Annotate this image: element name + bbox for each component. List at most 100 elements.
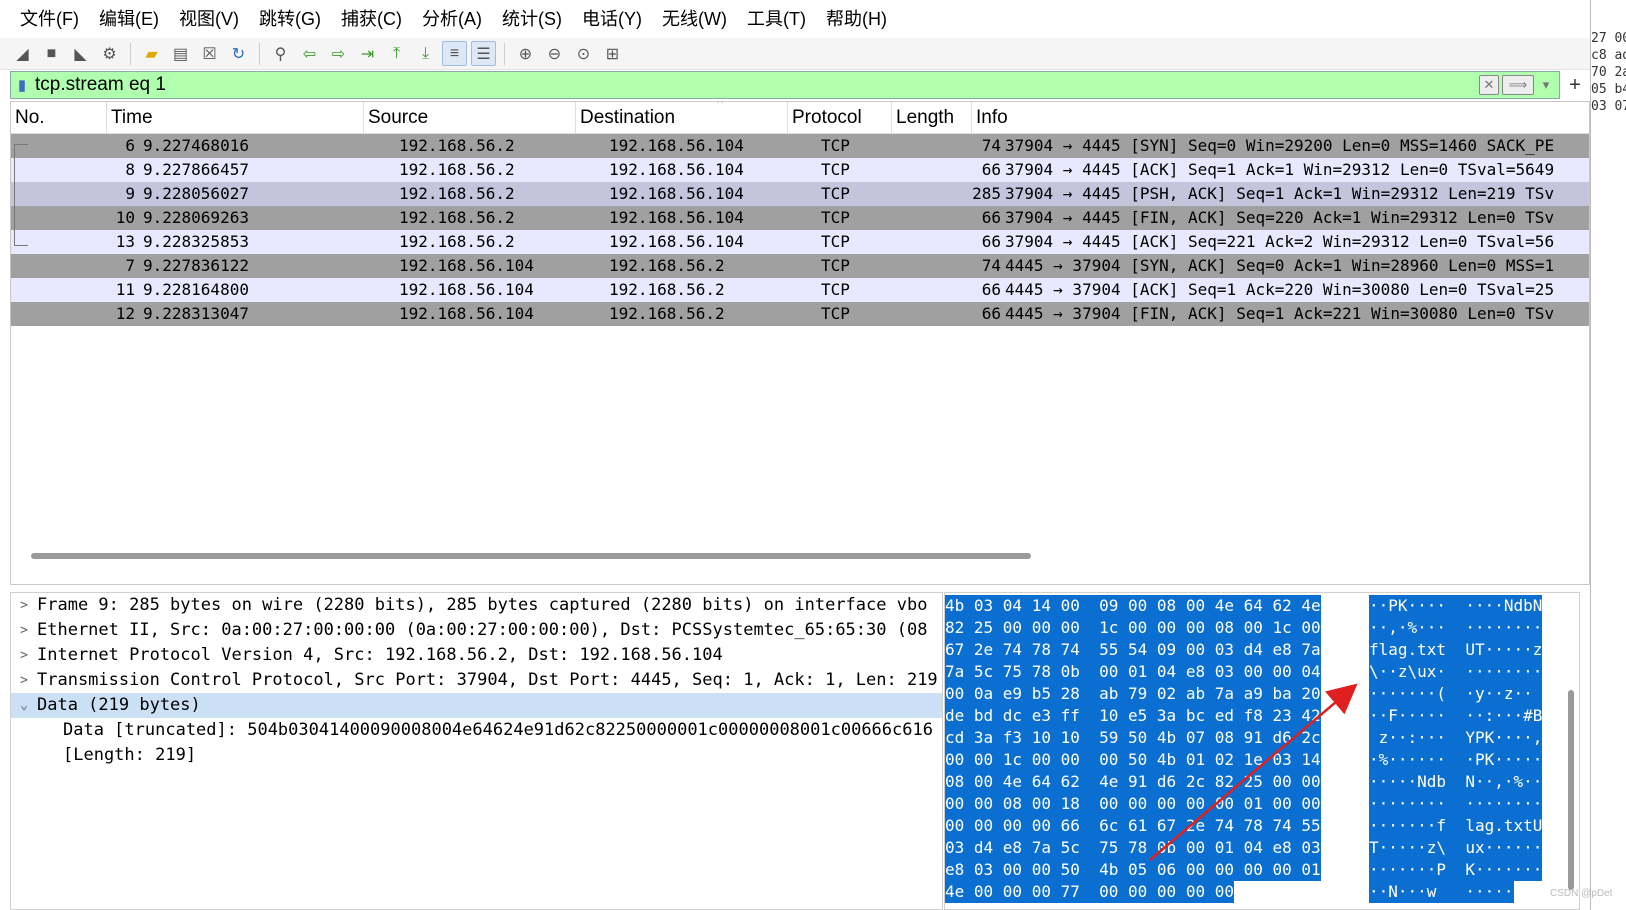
- clear-filter-icon[interactable]: ✕: [1479, 75, 1499, 95]
- chevron-right-icon[interactable]: >: [11, 668, 37, 693]
- watermark: CSDN @pDet: [1550, 888, 1613, 899]
- packet-row[interactable]: 6 9.227468016 192.168.56.2 192.168.56.10…: [11, 134, 1589, 158]
- column-source[interactable]: Source: [364, 102, 576, 134]
- ascii-bytes[interactable]: ·······P K·······: [1369, 859, 1543, 881]
- menu-statistics[interactable]: 统计(S): [492, 0, 572, 38]
- detail-data[interactable]: ⌄ Data (219 bytes): [11, 693, 942, 718]
- packet-row[interactable]: 7 9.227836122 192.168.56.104 192.168.56.…: [11, 254, 1589, 278]
- bookmark-icon[interactable]: ▮: [11, 72, 33, 98]
- packet-row[interactable]: 11 9.228164800 192.168.56.104 192.168.56…: [11, 278, 1589, 302]
- open-file-icon[interactable]: ▰: [139, 41, 164, 66]
- find-packet-icon[interactable]: ⚲: [268, 41, 293, 66]
- hex-bytes[interactable]: cd 3a f3 10 10 59 50 4b 07 08 91 d6 2c: [945, 727, 1321, 749]
- ascii-bytes[interactable]: z··:··· YPK····,: [1369, 727, 1543, 749]
- shark-fin-start-icon[interactable]: ◢: [10, 41, 35, 66]
- hex-bytes[interactable]: 7a 5c 75 78 0b 00 01 04 e8 03 00 00 04: [945, 661, 1321, 683]
- menu-capture[interactable]: 捕获(C): [331, 0, 412, 38]
- ascii-bytes[interactable]: \··z\ux· ········: [1369, 661, 1543, 683]
- column-no[interactable]: No.: [11, 102, 107, 134]
- packet-row[interactable]: 10 9.228069263 192.168.56.2 192.168.56.1…: [11, 206, 1589, 230]
- ascii-bytes[interactable]: T·····z\ ux······: [1369, 837, 1543, 859]
- packet-time: 9.228325853: [143, 232, 249, 251]
- detail-data-truncated[interactable]: Data [truncated]: 504b03041400090008004e…: [11, 718, 942, 743]
- add-filter-button[interactable]: +: [1560, 74, 1590, 97]
- detail-ip[interactable]: > Internet Protocol Version 4, Src: 192.…: [11, 643, 942, 668]
- packet-bytes-vertical-scrollbar[interactable]: [1568, 690, 1574, 890]
- packet-row-selected[interactable]: 9 9.228056027 192.168.56.2 192.168.56.10…: [11, 182, 1589, 206]
- packet-row[interactable]: 12 9.228313047 192.168.56.104 192.168.56…: [11, 302, 1589, 326]
- column-destination[interactable]: Destination: [576, 102, 788, 134]
- last-packet-icon[interactable]: ⤓: [413, 41, 438, 66]
- ascii-bytes[interactable]: ··F····· ··:···#B: [1369, 705, 1543, 727]
- restart-capture-icon[interactable]: ◣: [68, 41, 93, 66]
- ascii-bytes[interactable]: ·····Ndb N··,·%··: [1369, 771, 1543, 793]
- hex-bytes[interactable]: 4e 00 00 00 77 00 00 00 00 00: [945, 881, 1234, 903]
- menu-view[interactable]: 视图(V): [169, 0, 249, 38]
- column-protocol[interactable]: Protocol: [788, 102, 892, 134]
- packet-row[interactable]: 8 9.227866457 192.168.56.2 192.168.56.10…: [11, 158, 1589, 182]
- menu-wireless[interactable]: 无线(W): [652, 0, 737, 38]
- menu-help[interactable]: 帮助(H): [816, 0, 897, 38]
- column-time[interactable]: Time: [107, 102, 364, 134]
- hex-bytes[interactable]: e8 03 00 00 50 4b 05 06 00 00 00 00 01: [945, 859, 1321, 881]
- auto-scroll-icon[interactable]: ≡: [442, 41, 467, 66]
- go-forward-icon[interactable]: ⇨: [326, 41, 351, 66]
- hex-bytes[interactable]: 00 00 00 00 66 6c 61 67 2e 74 78 74 55: [945, 815, 1321, 837]
- zoom-normal-icon[interactable]: ⊙: [571, 41, 596, 66]
- column-length[interactable]: Length: [892, 102, 972, 134]
- hex-bytes[interactable]: 03 d4 e8 7a 5c 75 78 0b 00 01 04 e8 03: [945, 837, 1321, 859]
- go-back-icon[interactable]: ⇦: [297, 41, 322, 66]
- wireshark-window: 文件(F) 编辑(E) 视图(V) 跳转(G) 捕获(C) 分析(A) 统计(S…: [0, 0, 1626, 910]
- hex-bytes[interactable]: 00 00 08 00 18 00 00 00 00 00 01 00 00: [945, 793, 1321, 815]
- packet-list-horizontal-scrollbar[interactable]: [31, 553, 1031, 559]
- packet-no: 8: [125, 160, 135, 179]
- detail-tcp[interactable]: > Transmission Control Protocol, Src Por…: [11, 668, 942, 693]
- chevron-right-icon[interactable]: >: [11, 593, 37, 618]
- first-packet-icon[interactable]: ⤒: [384, 41, 409, 66]
- ascii-bytes[interactable]: ··N···w ·····: [1369, 881, 1514, 903]
- hex-bytes[interactable]: de bd dc e3 ff 10 e5 3a bc ed f8 23 42: [945, 705, 1321, 727]
- zoom-in-icon[interactable]: ⊕: [513, 41, 538, 66]
- detail-frame[interactable]: > Frame 9: 285 bytes on wire (2280 bits)…: [11, 593, 942, 618]
- menu-go[interactable]: 跳转(G): [249, 0, 331, 38]
- stop-capture-icon[interactable]: ■: [39, 41, 64, 66]
- menu-tools[interactable]: 工具(T): [737, 0, 816, 38]
- menu-edit[interactable]: 编辑(E): [89, 0, 169, 38]
- apply-filter-icon[interactable]: ⟹: [1502, 75, 1534, 95]
- hex-bytes[interactable]: 4b 03 04 14 00 09 00 08 00 4e 64 62 4e: [945, 595, 1321, 617]
- zoom-out-icon[interactable]: ⊖: [542, 41, 567, 66]
- ascii-bytes[interactable]: ·%······ ·PK·····: [1369, 749, 1543, 771]
- chevron-down-icon[interactable]: ⌄: [11, 693, 37, 718]
- packet-length: 66: [981, 232, 1001, 251]
- hex-bytes[interactable]: 00 0a e9 b5 28 ab 79 02 ab 7a a9 ba 20: [945, 683, 1321, 705]
- colorize-icon[interactable]: ☰: [471, 41, 496, 66]
- hex-bytes[interactable]: 82 25 00 00 00 1c 00 00 00 08 00 1c 00: [945, 617, 1321, 639]
- save-file-icon[interactable]: ▤: [168, 41, 193, 66]
- reload-file-icon[interactable]: ↻: [226, 41, 251, 66]
- chevron-right-icon[interactable]: >: [11, 618, 37, 643]
- menu-telephony[interactable]: 电话(Y): [572, 0, 652, 38]
- column-info[interactable]: Info: [972, 102, 1589, 134]
- menu-analyze[interactable]: 分析(A): [412, 0, 492, 38]
- ascii-bytes[interactable]: ·······f lag.txtU: [1369, 815, 1543, 837]
- hex-bytes[interactable]: 67 2e 74 78 74 55 54 09 00 03 d4 e8 7a: [945, 639, 1321, 661]
- hex-bytes[interactable]: 00 00 1c 00 00 00 50 4b 01 02 1e 03 14: [945, 749, 1321, 771]
- chevron-right-icon[interactable]: >: [11, 643, 37, 668]
- display-filter-input[interactable]: [33, 73, 1479, 97]
- detail-data-length[interactable]: [Length: 219]: [11, 743, 942, 768]
- resize-columns-icon[interactable]: ⊞: [600, 41, 625, 66]
- ascii-bytes[interactable]: flag.txt UT·····z: [1369, 639, 1543, 661]
- ascii-bytes[interactable]: ··PK···· ····NdbN: [1369, 595, 1543, 617]
- ascii-bytes[interactable]: ········ ········: [1369, 793, 1543, 815]
- capture-options-icon[interactable]: ⚙: [97, 41, 122, 66]
- ascii-bytes[interactable]: ·······( ·y··z··: [1369, 683, 1543, 705]
- packet-row[interactable]: 13 9.228325853 192.168.56.2 192.168.56.1…: [11, 230, 1589, 254]
- close-file-icon[interactable]: ☒: [197, 41, 222, 66]
- menu-file[interactable]: 文件(F): [10, 0, 89, 38]
- ascii-bytes[interactable]: ··,·%··· ········: [1369, 617, 1543, 639]
- filter-dropdown-icon[interactable]: ▾: [1537, 75, 1555, 95]
- go-to-packet-icon[interactable]: ⇥: [355, 41, 380, 66]
- hex-bytes[interactable]: 08 00 4e 64 62 4e 91 d6 2c 82 25 00 00: [945, 771, 1321, 793]
- detail-ethernet[interactable]: > Ethernet II, Src: 0a:00:27:00:00:00 (0…: [11, 618, 942, 643]
- packet-protocol: TCP: [821, 232, 850, 251]
